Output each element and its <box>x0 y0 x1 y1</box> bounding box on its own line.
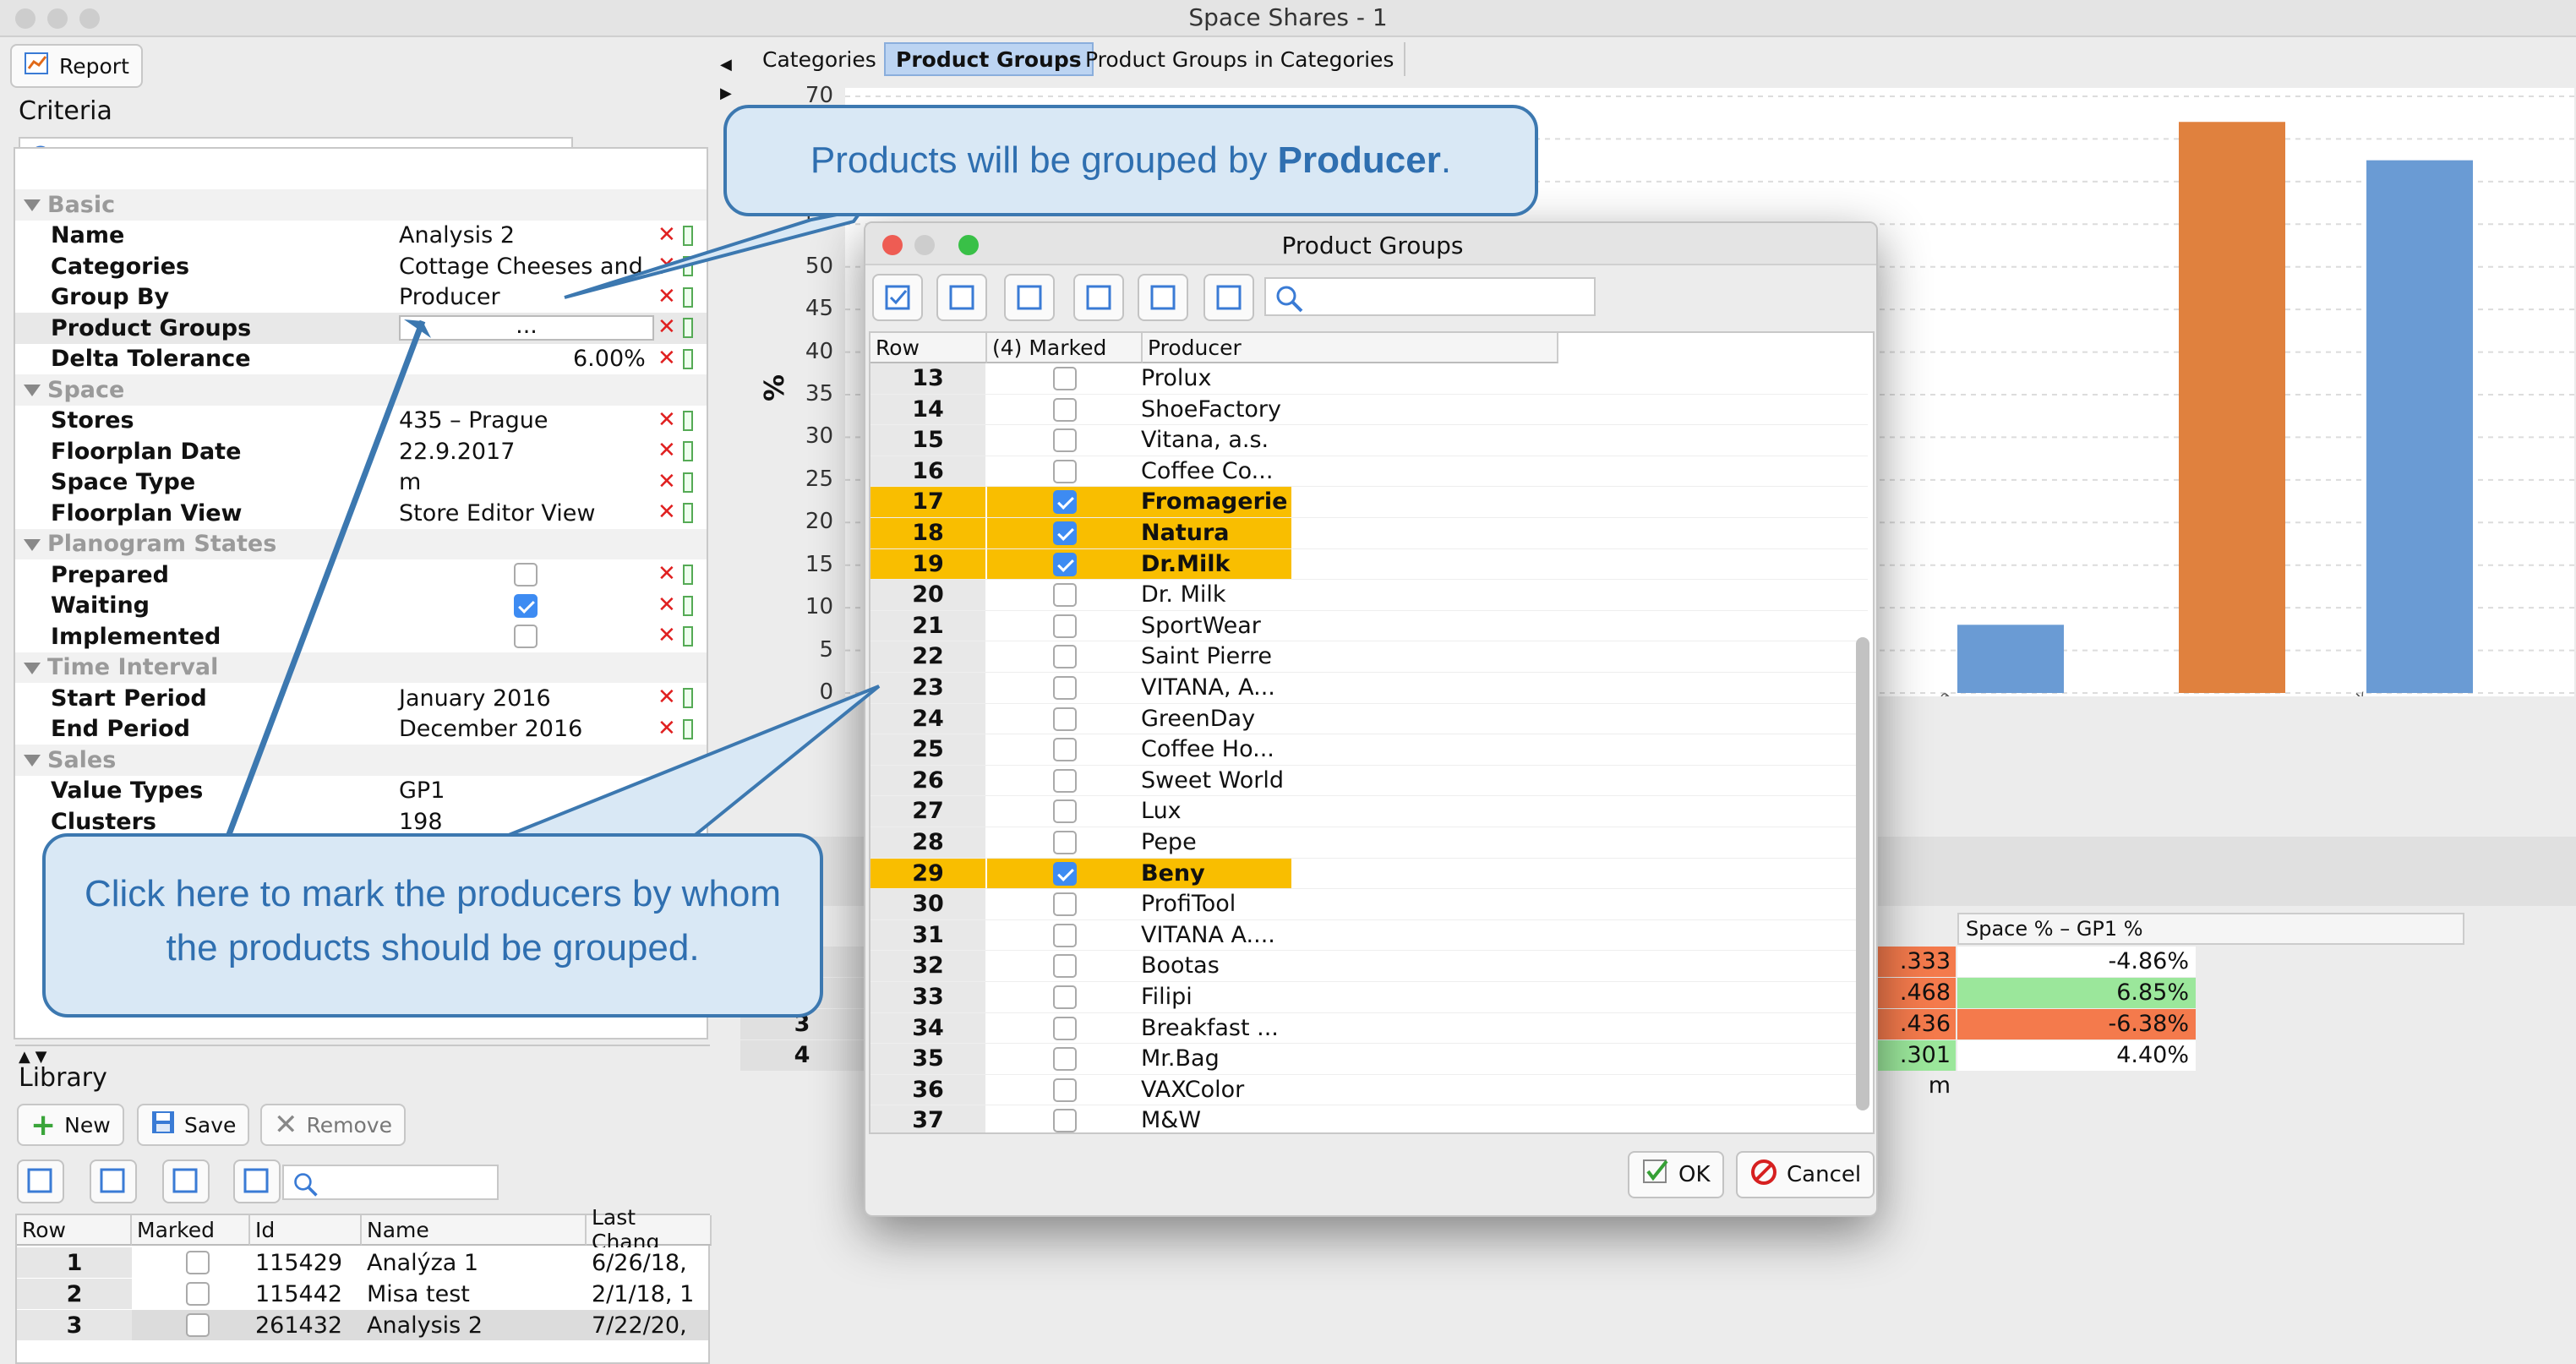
arrow-to-product-groups <box>225 319 426 838</box>
callout-grouped-by-producer: Products will be grouped by Producer. <box>723 105 1538 216</box>
callout-click-here: Click here to mark the producers by whom… <box>42 833 823 1018</box>
